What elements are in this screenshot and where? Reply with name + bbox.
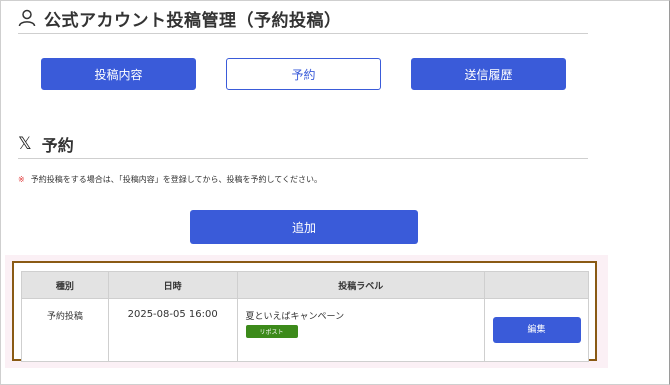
notice-message: 予約投稿をする場合は、「投稿内容」を登録してから、投稿を予約してください。 bbox=[30, 175, 322, 184]
add-button[interactable]: 追加 bbox=[190, 210, 418, 244]
history-button[interactable]: 送信履歴 bbox=[411, 58, 566, 90]
header-label: 投稿ラベル bbox=[236, 271, 486, 299]
table-header-row: 種別 日時 投稿ラベル bbox=[21, 271, 589, 299]
cell-action: 編集 bbox=[484, 298, 589, 362]
notice-mark: ※ bbox=[18, 175, 25, 184]
reservation-table: 種別 日時 投稿ラベル 予約投稿 2025-08-05 16:00 夏といえばキ… bbox=[21, 271, 589, 362]
edit-button[interactable]: 編集 bbox=[492, 317, 581, 343]
table-row: 予約投稿 2025-08-05 16:00 夏といえばキャンペーン リポスト 編… bbox=[21, 298, 589, 362]
table-highlight-frame: 種別 日時 投稿ラベル 予約投稿 2025-08-05 16:00 夏といえばキ… bbox=[12, 261, 597, 362]
header-datetime: 日時 bbox=[107, 271, 238, 299]
cell-label: 夏といえばキャンペーン リポスト bbox=[236, 298, 486, 362]
section-title: 予約 bbox=[41, 136, 74, 155]
section-heading: 𝕏 予約 bbox=[18, 133, 74, 155]
header-action bbox=[484, 271, 589, 299]
x-logo-icon: 𝕏 bbox=[18, 133, 32, 154]
header-type: 種別 bbox=[21, 271, 109, 299]
page-header: 公式アカウント投稿管理（予約投稿） bbox=[18, 5, 342, 31]
repost-tag: リポスト bbox=[245, 325, 298, 338]
page-title: 公式アカウント投稿管理（予約投稿） bbox=[44, 10, 342, 31]
header-divider bbox=[18, 33, 588, 34]
notice-text: ※ 予約投稿をする場合は、「投稿内容」を登録してから、投稿を予約してください。 bbox=[18, 174, 322, 185]
user-icon bbox=[18, 9, 36, 27]
cell-type: 予約投稿 bbox=[21, 298, 109, 362]
post-label-text: 夏といえばキャンペーン bbox=[245, 312, 345, 322]
cell-datetime: 2025-08-05 16:00 bbox=[107, 298, 238, 362]
post-content-button[interactable]: 投稿内容 bbox=[41, 58, 196, 90]
reservation-button[interactable]: 予約 bbox=[226, 58, 381, 90]
section-divider bbox=[18, 158, 588, 159]
